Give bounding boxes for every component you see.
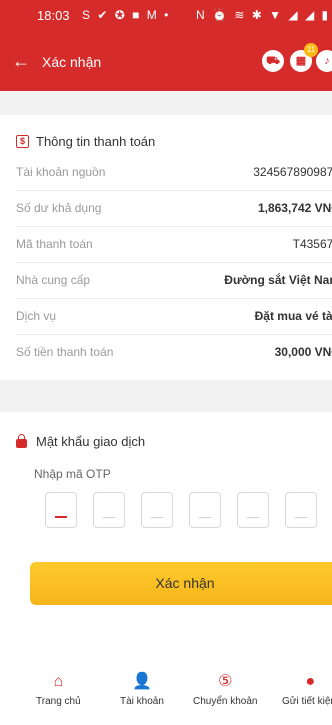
info-label: Số tiền thanh toán	[16, 345, 114, 359]
payment-confirmation-screen: 18:03 S ✔ ✪ ■ M • N ⏰ ≋ ✱ ▼ ◢ ◢ ▮ ← Xác …	[0, 0, 332, 725]
confirm-button[interactable]: Xác nhận	[30, 562, 332, 605]
info-value: 30,000 VNĐ	[274, 345, 332, 359]
info-row-source-account: Tài khoản nguồn 3245678909876	[0, 155, 332, 191]
square-icon: ■	[132, 8, 142, 22]
info-value: 1,863,742 VNĐ	[257, 201, 332, 215]
otp-digit-input[interactable]	[189, 492, 221, 528]
status-bar: 18:03 S ✔ ✪ ■ M • N ⏰ ≋ ✱ ▼ ◢ ◢ ▮	[0, 0, 332, 35]
nav-label: Chuyển khoản	[193, 696, 258, 707]
otp-digit-input[interactable]	[141, 492, 173, 528]
info-label: Tài khoản nguồn	[16, 165, 106, 179]
lock-icon	[16, 434, 27, 448]
skype-icon: S	[82, 8, 93, 22]
home-icon: ⌂	[53, 673, 64, 690]
password-title: Mật khẩu giao dịch	[36, 434, 146, 449]
wifi-icon: ▼	[269, 8, 284, 22]
nav-item-savings[interactable]: ● Gửi tiết kiệm	[282, 673, 332, 708]
info-value: Đường sắt Việt Nam	[224, 273, 332, 287]
bluetooth-icon: ✱	[251, 8, 264, 22]
mail-icon: M	[146, 8, 159, 22]
notification-icons: S ✔ ✪ ■ M •	[82, 8, 170, 22]
otp-digit-input[interactable]	[45, 492, 77, 528]
signal-icon: ◢	[288, 8, 300, 22]
check-icon: ✔	[97, 8, 110, 22]
info-row-payment-code: Mã thanh toán T435678	[0, 227, 332, 263]
nav-item-home[interactable]: ⌂ Trang chủ	[36, 673, 81, 708]
nav-label: Trang chủ	[36, 696, 81, 707]
info-label: Số dư khả dụng	[16, 201, 102, 215]
battery-icon: ▮	[321, 8, 331, 22]
signal-icon: ◢	[304, 8, 317, 22]
nav-item-transfer[interactable]: ⑤ Chuyển khoản	[193, 673, 258, 708]
payment-info-heading: $ Thông tin thanh toán	[16, 134, 155, 149]
nfc-icon: N	[196, 8, 207, 22]
vibrate-icon: ≋	[234, 8, 247, 22]
info-value: Đặt mua vé tàu	[254, 309, 332, 323]
otp-digit-input[interactable]	[237, 492, 269, 528]
nav-label: Tài khoản	[120, 696, 164, 707]
page-title: Xác nhận	[42, 54, 102, 70]
alarm-icon: ⏰	[212, 8, 229, 22]
info-row-amount: Số tiền thanh toán 30,000 VNĐ	[0, 335, 332, 371]
dollar-icon: $	[16, 135, 29, 148]
otp-digit-input[interactable]	[285, 492, 317, 528]
info-value: 3245678909876	[253, 165, 332, 179]
otp-label: Nhập mã OTP	[34, 467, 111, 481]
user-icon: 👤	[132, 673, 152, 690]
bus-icon[interactable]: ⛟	[262, 50, 284, 72]
status-time: 18:03	[37, 8, 70, 23]
nav-label: Gửi tiết kiệm	[282, 696, 332, 707]
bottom-navigation: ⌂ Trang chủ 👤 Tài khoản ⑤ Chuyển khoản ●…	[0, 664, 332, 725]
nav-item-account[interactable]: 👤 Tài khoản	[120, 673, 164, 708]
bell-icon[interactable]: ♪	[316, 50, 332, 72]
info-value: T435678	[292, 237, 332, 251]
top-app-bar: ← Xác nhận ⛟ ▦ ♪ 11 ≡	[0, 35, 332, 91]
dot-icon: •	[164, 8, 171, 22]
payment-info-card: $ Thông tin thanh toán Tài khoản nguồn 3…	[0, 115, 332, 380]
info-row-provider: Nhà cung cấp Đường sắt Việt Nam	[0, 263, 332, 299]
info-row-service: Dịch vụ Đặt mua vé tàu	[0, 299, 332, 335]
notification-badge: 11	[304, 43, 318, 57]
back-arrow-icon[interactable]: ←	[12, 51, 30, 71]
piggy-bank-icon: ●	[305, 673, 316, 690]
system-icons: N ⏰ ≋ ✱ ▼ ◢ ◢ ▮	[196, 8, 330, 22]
transaction-password-card: Mật khẩu giao dịch Nhập mã OTP Xác nhận	[0, 412, 332, 670]
info-row-balance: Số dư khả dụng 1,863,742 VNĐ	[0, 191, 332, 227]
payment-info-title: Thông tin thanh toán	[36, 134, 156, 149]
info-label: Dịch vụ	[16, 309, 57, 323]
info-label: Mã thanh toán	[16, 237, 93, 251]
otp-digit-input[interactable]	[93, 492, 125, 528]
globe-icon: ✪	[114, 8, 127, 22]
password-heading: Mật khẩu giao dịch	[16, 434, 145, 449]
transfer-icon: ⑤	[218, 673, 233, 690]
info-label: Nhà cung cấp	[16, 273, 91, 287]
